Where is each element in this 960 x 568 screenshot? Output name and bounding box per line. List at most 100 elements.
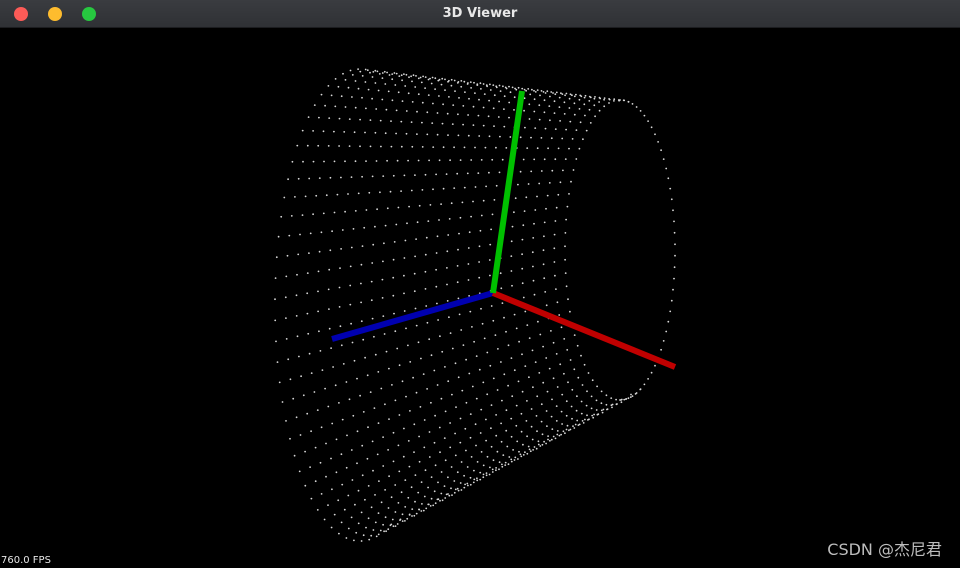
point (587, 419, 589, 421)
point (476, 461, 479, 463)
point (327, 85, 330, 87)
point (325, 475, 327, 478)
point (380, 501, 383, 504)
point (533, 293, 536, 296)
point (483, 337, 486, 340)
point (670, 198, 673, 201)
point (459, 216, 462, 219)
point (593, 104, 596, 107)
point (545, 207, 547, 210)
point (564, 432, 566, 435)
point (454, 432, 456, 435)
point (472, 105, 475, 108)
point (384, 83, 387, 85)
point (348, 145, 351, 147)
point (554, 274, 556, 277)
point (517, 458, 519, 460)
point (421, 121, 423, 124)
point (360, 320, 363, 323)
point (391, 73, 394, 75)
point (382, 465, 385, 467)
point (310, 497, 313, 500)
point (591, 379, 594, 382)
point (568, 429, 570, 432)
point (414, 255, 416, 258)
point (369, 391, 372, 393)
point (434, 88, 436, 90)
point (470, 215, 472, 218)
x-axis-line (491, 290, 677, 370)
point (368, 191, 371, 194)
point (381, 278, 384, 281)
point (345, 381, 348, 383)
point (405, 327, 407, 330)
point (403, 274, 405, 277)
point (559, 181, 562, 184)
point (432, 188, 434, 191)
point (650, 126, 653, 129)
point (360, 540, 363, 542)
point (352, 228, 355, 230)
point (374, 494, 376, 496)
point (387, 449, 389, 451)
point (288, 234, 291, 237)
point (513, 369, 516, 372)
point (540, 420, 543, 423)
point (500, 361, 502, 363)
point (360, 301, 362, 304)
point (396, 347, 399, 350)
point (320, 493, 323, 495)
point (474, 186, 477, 188)
point (457, 376, 460, 379)
point (503, 373, 506, 376)
point (421, 146, 424, 148)
point (433, 490, 436, 493)
point (478, 135, 481, 137)
title-bar[interactable]: 3D Viewer (0, 0, 960, 28)
point (361, 175, 363, 178)
point (501, 463, 503, 466)
point (424, 288, 427, 290)
point (393, 312, 395, 315)
point (552, 377, 555, 380)
point (407, 440, 410, 442)
point (362, 411, 365, 413)
point (490, 427, 492, 430)
point-cloud-scene[interactable] (0, 28, 960, 568)
point (342, 72, 344, 75)
point (482, 476, 485, 479)
point (381, 77, 384, 79)
point (523, 88, 526, 91)
point (488, 135, 491, 138)
point (470, 456, 473, 458)
point (465, 401, 468, 404)
point (566, 424, 569, 427)
point (466, 466, 469, 468)
point (387, 528, 390, 531)
point (501, 465, 504, 468)
point (488, 99, 490, 102)
point (487, 115, 490, 118)
point (366, 457, 369, 460)
point (528, 103, 531, 106)
point (542, 381, 545, 384)
point (543, 440, 545, 443)
point (383, 333, 386, 335)
point (401, 380, 404, 383)
point (456, 487, 459, 490)
point (554, 437, 557, 440)
point (502, 85, 504, 88)
point (450, 487, 452, 490)
point (568, 193, 570, 195)
point (514, 456, 517, 459)
point (415, 512, 418, 515)
point (501, 158, 504, 161)
point (673, 231, 676, 234)
point (469, 483, 472, 486)
point (672, 209, 674, 212)
point (515, 88, 518, 91)
point (492, 107, 495, 110)
point (523, 109, 525, 112)
3d-viewport[interactable]: 760.0 FPS CSDN @杰尼君 (0, 28, 960, 568)
point (565, 285, 568, 288)
